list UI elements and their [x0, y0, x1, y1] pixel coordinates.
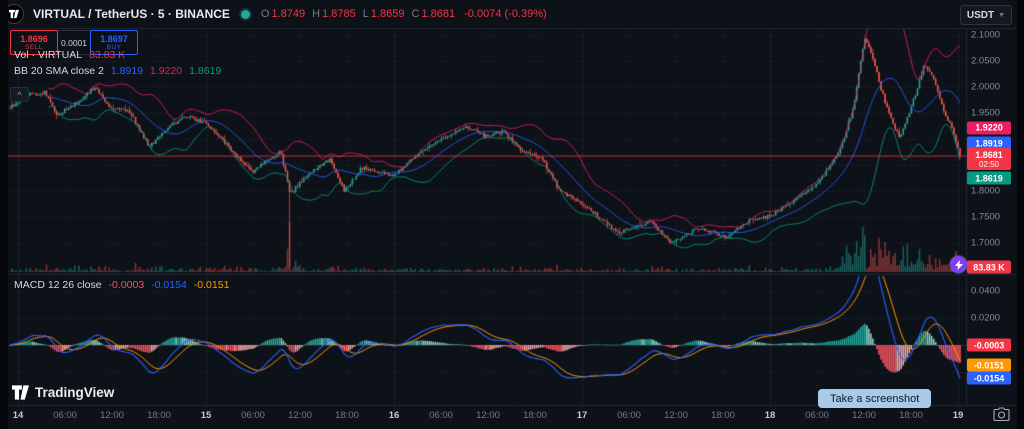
- time-label: 15: [201, 410, 212, 421]
- price-tick-label: 1.7500: [971, 212, 1000, 223]
- sell-price: 1.8696: [20, 34, 48, 44]
- time-label: 16: [389, 410, 400, 421]
- time-label: 12:00: [852, 410, 876, 421]
- time-label: 18: [765, 410, 776, 421]
- time-label: 18:00: [899, 410, 923, 421]
- bolt-glyph-icon: [955, 260, 963, 270]
- macd-tick-label: 0.0400: [971, 286, 1000, 297]
- ohlc-high-label: H: [312, 8, 320, 20]
- macd-axis-badge: -0.0151: [967, 359, 1011, 372]
- time-label: 06:00: [617, 410, 641, 421]
- time-label: 12:00: [288, 410, 312, 421]
- price-tick-label: 2.0500: [971, 56, 1000, 67]
- left-window-strip: [0, 0, 8, 429]
- macd-axis-badge: -0.0003: [967, 339, 1011, 352]
- price-tick-label: 1.8000: [971, 186, 1000, 197]
- macd-line-value: -0.0154: [151, 279, 187, 291]
- symbol-title[interactable]: VIRTUAL / TetherUS · 5 · BINANCE: [33, 7, 230, 21]
- chevron-down-icon: ▼: [998, 12, 1005, 19]
- price-axis-badge: 1.868102:50: [967, 148, 1011, 170]
- macd-legend[interactable]: MACD 12 26 close -0.0003 -0.0154 -0.0151: [14, 279, 229, 291]
- macd-signal-value: -0.0151: [194, 279, 230, 291]
- time-label: 12:00: [476, 410, 500, 421]
- screenshot-tooltip: Take a screenshot: [818, 389, 931, 408]
- volume-legend-title: Vol · VIRTUAL: [14, 49, 82, 61]
- currency-label: USDT: [967, 10, 994, 21]
- ohlc-low-value: 1.8659: [371, 8, 405, 20]
- ohlc-high-value: 1.8785: [322, 8, 356, 20]
- camera-glyph-icon: [993, 407, 1010, 422]
- time-label: 18:00: [147, 410, 171, 421]
- time-label: 06:00: [429, 410, 453, 421]
- chevron-up-icon: ^: [17, 90, 21, 100]
- volume-legend-value: 83.83 K: [89, 49, 125, 61]
- brand-label: TradingView: [35, 385, 114, 400]
- time-label: 18:00: [335, 410, 359, 421]
- ohlc-open-value: 1.8749: [271, 8, 305, 20]
- price-tick-label: 2.0000: [971, 82, 1000, 93]
- ohlc-close-label: C: [412, 8, 420, 20]
- macd-tick-label: 0.0200: [971, 313, 1000, 324]
- market-status-icon: [241, 10, 250, 19]
- tradingview-watermark[interactable]: TradingView: [12, 384, 114, 401]
- time-label: 14: [13, 410, 24, 421]
- tradingview-chart-window: VIRTUAL / TetherUS · 5 · BINANCE O 1.874…: [0, 0, 1024, 429]
- price-tick-label: 2.1000: [971, 30, 1000, 41]
- time-label: 06:00: [53, 410, 77, 421]
- time-label: 06:00: [241, 410, 265, 421]
- price-tick-label: 1.9500: [971, 108, 1000, 119]
- time-label: 17: [577, 410, 588, 421]
- volume-axis-badge: 83.83 K: [967, 261, 1011, 274]
- bb-basis-value: 1.8919: [111, 65, 143, 77]
- bb-legend-title: BB 20 SMA close 2: [14, 65, 104, 77]
- time-label: 06:00: [805, 410, 829, 421]
- buy-price: 1.8697: [100, 34, 128, 44]
- volume-legend[interactable]: Vol · VIRTUAL 83.83 K: [14, 49, 125, 61]
- price-axis-badge: 1.9220: [967, 121, 1011, 134]
- currency-selector-button[interactable]: USDT ▼: [960, 5, 1012, 25]
- bb-lower-value: 1.8619: [189, 65, 221, 77]
- tradingview-logo-icon: [12, 384, 29, 401]
- price-tick-label: 1.7000: [971, 238, 1000, 249]
- ohlc-close-value: 1.8681: [421, 8, 455, 20]
- macd-hist-value: -0.0003: [109, 279, 145, 291]
- right-window-strip: [1017, 0, 1024, 429]
- time-label: 19: [953, 410, 964, 421]
- time-label: 18:00: [523, 410, 547, 421]
- lightning-icon[interactable]: [950, 256, 967, 273]
- ohlc-low-label: L: [363, 8, 369, 20]
- macd-legend-title: MACD 12 26 close: [14, 279, 102, 291]
- chart-header: VIRTUAL / TetherUS · 5 · BINANCE O 1.874…: [8, 0, 1017, 28]
- ohlc-values: O 1.8749 H 1.8785 L 1.8659 C 1.8681 -0.0…: [256, 8, 547, 20]
- time-axis[interactable]: 14 06:00 12:00 18:00 15 06:00 12:00 18:00 16 06:0…: [8, 406, 966, 429]
- time-label: 12:00: [664, 410, 688, 421]
- price-axis-badge: 1.8619: [967, 172, 1011, 185]
- bb-upper-value: 1.9220: [150, 65, 182, 77]
- camera-icon[interactable]: [993, 407, 1010, 425]
- time-label: 12:00: [100, 410, 124, 421]
- bollinger-legend[interactable]: BB 20 SMA close 2 1.8919 1.9220 1.8619: [14, 65, 221, 77]
- price-axis[interactable]: 2.1000 2.0500 2.0000 1.9500 1.8000 1.7500 1.70…: [966, 0, 1017, 429]
- change-value: -0.0074 (-0.39%): [464, 8, 547, 20]
- macd-axis-badge: -0.0154: [967, 372, 1011, 385]
- ohlc-open-label: O: [261, 8, 270, 20]
- time-label: 18:00: [711, 410, 735, 421]
- collapse-toolbar-button[interactable]: ^: [10, 87, 29, 102]
- tradingview-glyph-icon: [9, 9, 19, 19]
